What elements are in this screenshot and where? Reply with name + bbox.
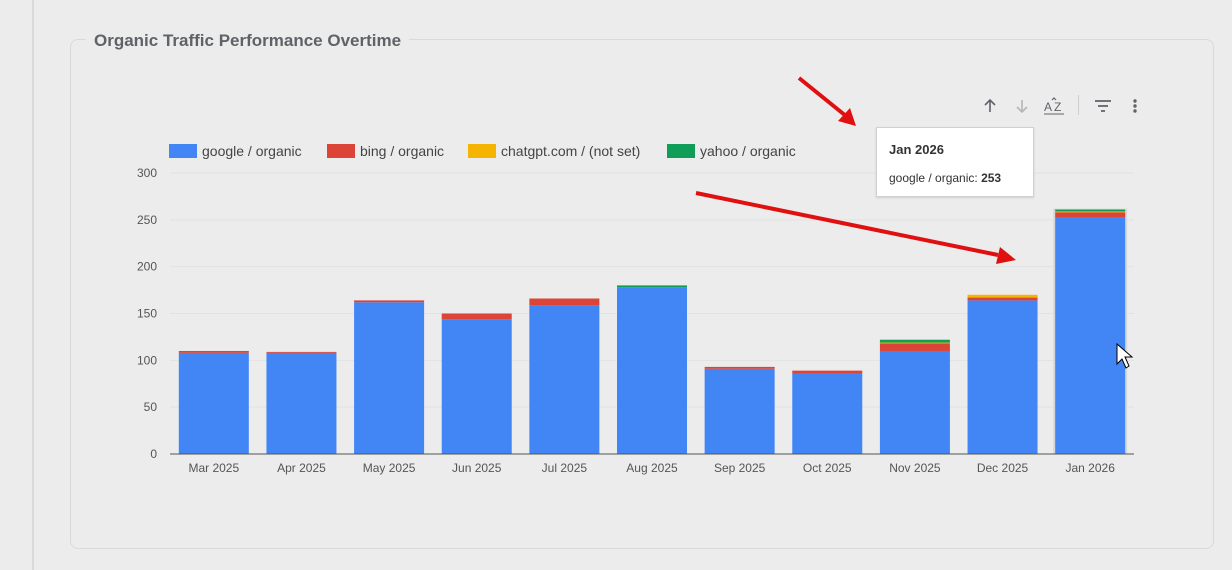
annotation-overlay xyxy=(695,76,1134,369)
annotation-arrow-to-tooltip xyxy=(797,76,856,126)
annotation-arrow-to-bar xyxy=(695,191,1016,264)
mouse-cursor xyxy=(1116,342,1134,369)
